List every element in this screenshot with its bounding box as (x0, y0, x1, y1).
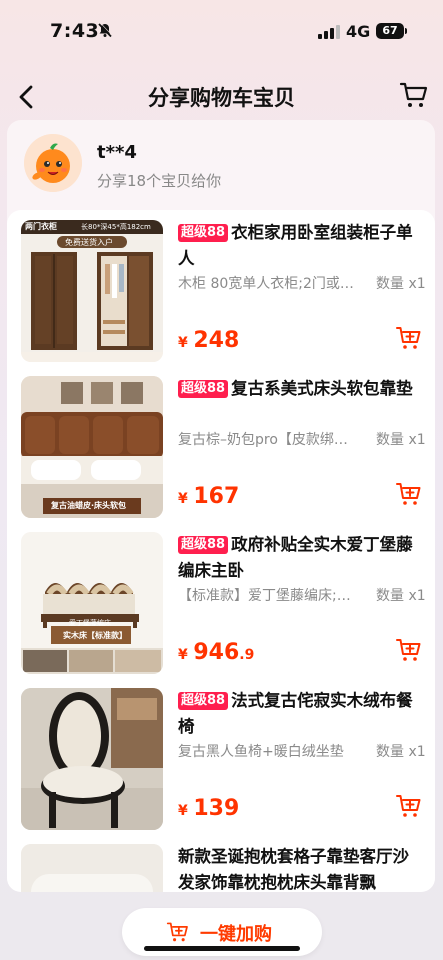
product-price: ¥ 946.9 (178, 640, 254, 665)
promo-tag: 超级88 (178, 536, 229, 554)
list-item[interactable]: 复古油蜡皮·床头软包 超级88 复古系美式床头软包靠垫 复古棕–奶包pro【皮款绑… (7, 366, 435, 522)
signal-icon (318, 25, 340, 39)
one-click-add-label: 一键加购 (200, 924, 272, 945)
product-title[interactable]: 超级88 政府补贴全实木爱丁堡藤编床主卧 (178, 532, 418, 584)
price-symbol: ¥ (178, 647, 188, 663)
price-symbol: ¥ (178, 491, 188, 507)
price-symbol: ¥ (178, 335, 188, 351)
price-symbol: ¥ (178, 803, 188, 819)
battery-level: 67 (382, 24, 398, 37)
product-list[interactable]: 两门衣柜 长80*深45*高182cm 免费送货入户 超级88 衣柜家用卧室组装柜… (7, 210, 435, 892)
thumbnail-caption: 复古油蜡皮·床头软包 (51, 501, 127, 510)
product-spec[interactable]: 木柜 80宽单人衣柜;2门或… (178, 273, 356, 293)
promo-tag: 超级88 (178, 380, 229, 398)
thumbnail-caption: 爱丁堡藤编床 (69, 619, 111, 627)
add-to-cart-icon[interactable] (395, 480, 423, 508)
product-spec[interactable]: 复古黑人鱼椅+暖白绒坐垫 (178, 741, 356, 761)
shopping-cart-icon[interactable] (399, 80, 429, 110)
status-bar: 7:43 4G 67 (0, 0, 443, 60)
dining-chair-image (21, 688, 163, 830)
product-quantity: 数量 x1 (376, 276, 426, 292)
product-thumbnail[interactable]: 爱丁堡藤编床 实木床【标准款】 (21, 532, 163, 674)
product-thumbnail[interactable] (21, 844, 163, 892)
add-to-cart-icon[interactable] (395, 636, 423, 664)
sharer-header: t**4 分享18个宝贝给你 (7, 120, 435, 212)
product-price: ¥ 248 (178, 328, 239, 353)
list-item[interactable]: 新款圣诞抱枕套格子靠垫客厅沙发家饰靠枕抱枕床头靠背飘 (7, 834, 435, 892)
add-to-cart-icon (166, 922, 188, 942)
avatar[interactable] (24, 134, 82, 192)
promo-tag: 超级88 (178, 224, 229, 242)
product-title[interactable]: 超级88 复古系美式床头软包靠垫 (178, 376, 418, 402)
product-thumbnail[interactable]: 两门衣柜 长80*深45*高182cm 免费送货入户 (21, 220, 163, 362)
product-price: ¥ 167 (178, 484, 239, 509)
product-thumbnail[interactable] (21, 688, 163, 830)
battery-cap (405, 28, 407, 34)
price-value: 139 (193, 796, 240, 821)
product-title[interactable]: 超级88 衣柜家用卧室组装柜子单人 (178, 220, 418, 272)
product-spec[interactable]: 复古棕–奶包pro【皮款绑… (178, 429, 356, 449)
bell-muted-icon (98, 22, 113, 38)
avatar-mascot-image (24, 134, 82, 192)
thumbnail-dimensions: 长80*深45*高182cm (81, 223, 151, 231)
headboard-image (21, 376, 163, 518)
add-to-cart-icon[interactable] (395, 792, 423, 820)
home-indicator[interactable] (144, 946, 300, 951)
product-spec[interactable]: 【标准款】爱丁堡藤编床;1… (178, 585, 356, 605)
network-type: 4G (346, 22, 371, 41)
rattan-bed-image (21, 532, 163, 674)
promo-tag: 超级88 (178, 692, 229, 710)
page-title: 分享购物车宝贝 (148, 86, 295, 110)
price-value: 946 (193, 640, 240, 665)
status-time: 7:43 (50, 20, 100, 42)
list-item[interactable]: 超级88 法式复古侘寂实木绒布餐椅 复古黑人鱼椅+暖白绒坐垫 数量 x1 ¥ 13… (7, 678, 435, 834)
product-thumbnail[interactable]: 复古油蜡皮·床头软包 (21, 376, 163, 518)
pillow-image (21, 844, 163, 892)
product-price: ¥ 139 (178, 796, 239, 821)
product-quantity: 数量 x1 (376, 588, 426, 604)
thumbnail-caption: 两门衣柜 (25, 222, 57, 231)
product-title-text: 复古系美式床头软包靠垫 (231, 379, 413, 398)
sharer-name: t**4 (97, 142, 137, 163)
product-quantity: 数量 x1 (376, 432, 426, 448)
list-item[interactable]: 爱丁堡藤编床 实木床【标准款】 超级88 政府补贴全实木爱丁堡藤编床主卧 【标准款… (7, 522, 435, 678)
sharer-subtitle: 分享18个宝贝给你 (97, 172, 222, 190)
product-title[interactable]: 超级88 法式复古侘寂实木绒布餐椅 (178, 688, 418, 740)
thumbnail-caption-secondary: 实木床【标准款】 (63, 631, 127, 640)
add-to-cart-icon[interactable] (395, 324, 423, 352)
product-title[interactable]: 新款圣诞抱枕套格子靠垫客厅沙发家饰靠枕抱枕床头靠背飘 (178, 844, 418, 892)
shared-cart-card: t**4 分享18个宝贝给你 两门衣柜 长80*深45*高182cm 免费送货入… (7, 120, 435, 892)
nav-bar: 分享购物车宝贝 (0, 74, 443, 118)
battery-icon: 67 (376, 23, 404, 39)
product-quantity: 数量 x1 (376, 744, 426, 760)
price-value: 167 (193, 484, 240, 509)
list-item[interactable]: 两门衣柜 长80*深45*高182cm 免费送货入户 超级88 衣柜家用卧室组装柜… (7, 210, 435, 366)
price-value: 248 (193, 328, 240, 353)
price-decimal: .9 (239, 647, 255, 663)
product-title-text: 新款圣诞抱枕套格子靠垫客厅沙发家饰靠枕抱枕床头靠背飘 (178, 847, 409, 892)
thumbnail-badge: 免费送货入户 (65, 238, 113, 247)
